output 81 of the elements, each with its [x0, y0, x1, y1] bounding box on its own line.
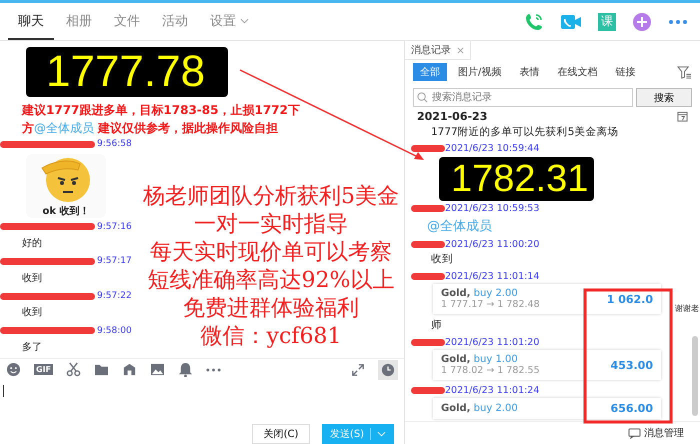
search-icon [417, 92, 428, 103]
message-text: 谢谢老 [675, 303, 699, 314]
chat-bubble-icon [628, 428, 641, 438]
price-display: 1777.78 [26, 47, 228, 97]
overlay-text: 免费进群体验福利 [183, 295, 359, 323]
tab[interactable]: 聊天 [8, 3, 54, 40]
message-manager-link[interactable]: 消息管理 [628, 426, 684, 440]
message-text: 多了 [22, 340, 42, 354]
filter-tab[interactable]: 图片/视频 [451, 63, 508, 81]
more-icon[interactable] [206, 368, 222, 372]
calendar-icon[interactable] [677, 111, 688, 122]
overlay-text: 微信：ycf681 [200, 323, 342, 351]
trade-profit: 656.00 [610, 402, 653, 415]
message-time: 2021/6/23 10:59:44 [445, 143, 540, 154]
tab[interactable]: 相册 [56, 3, 102, 40]
trade-prices: 1 778.02 → 1 782.55 [441, 365, 540, 376]
history-button[interactable] [378, 360, 398, 380]
mention-link[interactable]: @全体成员 [427, 216, 492, 235]
message-time: 2021/6/23 11:00:20 [445, 239, 540, 250]
message-text: 收到 [431, 252, 453, 266]
message-time: 2021/6/23 10:59:53 [445, 203, 540, 214]
expand-icon[interactable] [351, 362, 365, 377]
message-time: 9:58:00 [97, 326, 132, 336]
message-time: 9:57:17 [97, 256, 132, 266]
redaction-mark [411, 241, 445, 248]
redaction-mark [411, 272, 445, 280]
redaction-mark [411, 205, 445, 212]
filter-icon[interactable] [677, 66, 692, 78]
gif-icon[interactable]: GIF [34, 364, 54, 376]
filter-tab[interactable]: 在线文档 [550, 63, 604, 81]
close-icon[interactable] [457, 46, 464, 54]
caret-icon [377, 431, 386, 437]
filter-tab[interactable]: 全部 [413, 63, 447, 81]
redaction-mark [411, 338, 445, 346]
trade-profit: 1 062.0 [606, 292, 653, 306]
trade-profit: 453.00 [610, 358, 653, 372]
image-icon[interactable] [150, 363, 166, 376]
message-time: 2021/6/23 11:01:24 [445, 384, 540, 396]
message-text: 师 [431, 318, 442, 332]
message-text: 1777附近的多单可以先获利5美金离场 [431, 125, 618, 139]
close-button[interactable]: 关闭(C) [252, 424, 310, 444]
overlay-text: 杨老师团队分析获利5美金 [143, 183, 399, 211]
scrollbar-thumb[interactable] [692, 336, 698, 416]
message-text: 建议1777跟进多单，目标1783-85，止损1772下方@全体成员 建议仅供参考，据此操作风险自担 [22, 102, 300, 137]
caret-icon [240, 18, 249, 24]
trade-prices: 1 777.17 → 1 782.48 [441, 299, 540, 310]
bell-icon[interactable] [178, 362, 194, 378]
emoji-icon[interactable] [6, 362, 21, 378]
overlay-text: 每天实时现价单可以考察 [150, 239, 392, 267]
message-time: 9:57:16 [97, 222, 132, 232]
tab[interactable]: 活动 [152, 3, 198, 40]
redaction-mark [411, 145, 445, 152]
redaction-mark [411, 386, 445, 394]
overlay-text: 一对一实时指导 [194, 211, 348, 239]
date-heading: 2021-06-23 [417, 110, 488, 123]
filter-tab[interactable]: 表情 [512, 63, 546, 81]
folder-icon[interactable] [94, 363, 110, 376]
add-icon[interactable] [632, 12, 652, 32]
message-time: 9:57:22 [97, 291, 132, 302]
message-text: 收到 [22, 272, 42, 285]
more-icon[interactable] [668, 18, 688, 24]
sticker-caption: ok 收到！ [42, 204, 90, 218]
mention-link[interactable]: @全体成员 [34, 121, 94, 135]
history-tab[interactable]: 消息记录 [405, 41, 471, 60]
price-display: 1782.31 [439, 156, 594, 201]
message-time: 9:56:58 [97, 139, 132, 150]
search-button[interactable]: 搜索 [636, 88, 692, 107]
trade-title: Gold, buy 1.00 [441, 354, 519, 366]
clock-icon [381, 362, 395, 377]
trade-title: Gold, buy 2.00 [441, 288, 519, 300]
search-field[interactable]: 搜索消息记录 [413, 88, 633, 107]
scissors-icon[interactable] [66, 362, 82, 378]
trade-title: Gold, buy 2.00 [441, 402, 518, 414]
message-text: 收到 [22, 306, 42, 320]
tab[interactable]: 设置 [200, 3, 259, 40]
message-time: 2021/6/23 11:01:14 [445, 270, 540, 282]
tab[interactable]: 文件 [104, 3, 150, 40]
message-time: 2021/6/23 11:01:20 [445, 336, 540, 348]
overlay-text: 短线准确率高达92%以上 [148, 267, 394, 295]
message-text: 好的 [22, 237, 42, 250]
filter-tab[interactable]: 链接 [608, 63, 642, 81]
